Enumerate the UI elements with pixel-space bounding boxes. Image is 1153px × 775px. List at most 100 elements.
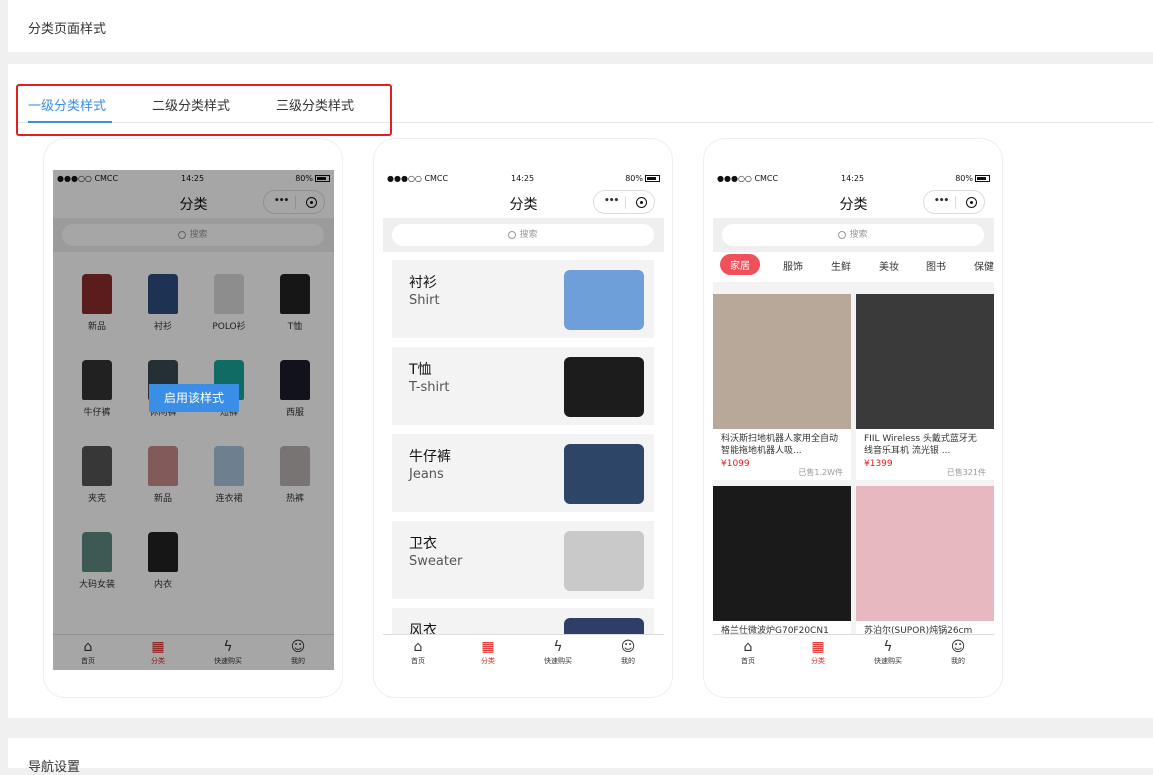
category-card[interactable]: T恤 T-shirt xyxy=(392,347,654,425)
product-card[interactable]: 科沃斯扫地机器人家用全自动智能拖地机器人吸... ¥1099 已售1.2W件 xyxy=(713,294,851,480)
product-sold-count: 已售1.2W件 xyxy=(798,468,843,477)
card-title-en: Sweater xyxy=(409,554,463,569)
product-image xyxy=(856,486,994,621)
navbar: 分类 ••• xyxy=(383,188,664,218)
phone-screen: ●●●○○ CMCC 14:25 80% 分类 ••• 搜索 新品 衬衫 POLO衫… xyxy=(53,170,334,670)
status-bar: ●●●○○ CMCC 14:25 80% xyxy=(383,170,664,188)
search-bar: 搜索 xyxy=(713,218,994,252)
user-icon: ☺ xyxy=(950,639,966,655)
carrier-text: ●●●○○ CMCC xyxy=(717,174,779,183)
status-bar: ●●●○○ CMCC 14:25 80% xyxy=(713,170,994,188)
tabbar-category: ▦ 分类 xyxy=(783,638,853,666)
phone-screen: ●●●○○ CMCC 14:25 80% 分类 ••• 搜索 衬衫 Shirt T恤… xyxy=(383,170,664,670)
tabbar-label: 分类 xyxy=(481,657,495,665)
category-tab[interactable]: 美妆 xyxy=(879,258,899,273)
grid-icon: ▦ xyxy=(811,639,825,655)
search-placeholder: 搜索 xyxy=(849,230,868,240)
product-image xyxy=(713,294,851,429)
category-tab[interactable]: 家居 xyxy=(720,254,760,275)
product-name: 科沃斯扫地机器人家用全自动智能拖地机器人吸... xyxy=(721,434,839,456)
category-card[interactable]: 衬衫 Shirt xyxy=(392,260,654,338)
card-title-zh: 卫衣 xyxy=(409,536,437,552)
battery-text: 80% xyxy=(625,174,643,183)
tabbar-label: 快速购买 xyxy=(544,657,572,665)
card-image xyxy=(564,531,644,591)
grid-icon: ▦ xyxy=(481,639,495,655)
product-image xyxy=(856,294,994,429)
battery-icon xyxy=(645,175,660,182)
card-image xyxy=(564,357,644,417)
phone-screen: ●●●○○ CMCC 14:25 80% 分类 ••• 搜索 家居 服饰 生鲜 美妆 图… xyxy=(713,170,994,670)
tabbar-category: ▦ 分类 xyxy=(453,638,523,666)
tabbar-mine: ☺ 我的 xyxy=(923,638,993,666)
category-tab[interactable]: 生鲜 xyxy=(831,258,851,273)
battery-icon xyxy=(975,175,990,182)
search-bar: 搜索 xyxy=(383,218,664,252)
home-icon: ⌂ xyxy=(743,639,753,655)
tabbar-mine: ☺ 我的 xyxy=(593,638,663,666)
tabbar-label: 快速购买 xyxy=(874,657,902,665)
search-icon xyxy=(838,230,847,239)
card-title-en: T-shirt xyxy=(409,380,450,395)
card-image xyxy=(564,444,644,504)
category-tab[interactable]: 服饰 xyxy=(783,258,803,273)
more-icon: ••• xyxy=(934,196,949,206)
battery-text: 80% xyxy=(955,174,973,183)
product-name: FIIL Wireless 头戴式蓝牙无 线音乐耳机 流光银 ... xyxy=(864,434,977,456)
navbar: 分类 ••• xyxy=(713,188,994,218)
home-icon: ⌂ xyxy=(413,639,423,655)
more-icon: ••• xyxy=(604,196,619,206)
enable-style-button[interactable]: 启用该样式 xyxy=(149,384,239,412)
close-target-icon xyxy=(966,197,977,208)
search-placeholder: 搜索 xyxy=(519,230,538,240)
category-card[interactable]: 卫衣 Sweater xyxy=(392,521,654,599)
user-icon: ☺ xyxy=(620,639,636,655)
section-header: 分类页面样式 xyxy=(8,0,1153,52)
product-card[interactable]: FIIL Wireless 头戴式蓝牙无 线音乐耳机 流光银 ... ¥1399 已… xyxy=(856,294,994,480)
tabbar-label: 我的 xyxy=(621,657,635,665)
capsule-menu: ••• xyxy=(923,190,985,214)
lightning-icon: ϟ xyxy=(553,639,563,655)
battery: 80% xyxy=(955,174,990,183)
category-tab[interactable]: 图书 xyxy=(926,258,946,273)
product-image xyxy=(713,486,851,621)
preview-overlay xyxy=(53,170,334,670)
close-target-icon xyxy=(636,197,647,208)
section-title: 分类页面样式 xyxy=(28,22,107,37)
card-title-zh: 衬衫 xyxy=(409,275,437,291)
carrier-text: ●●●○○ CMCC xyxy=(387,174,449,183)
capsule-divider xyxy=(955,196,956,209)
product-sold-count: 已售321件 xyxy=(946,468,986,477)
tabbar-label: 首页 xyxy=(411,657,425,665)
capsule-divider xyxy=(625,196,626,209)
card-title-zh: 牛仔裤 xyxy=(409,449,451,465)
card-image xyxy=(564,270,644,330)
category-style-panel: 一级分类样式 二级分类样式 三级分类样式 ●●●○○ CMCC 14:25 80… xyxy=(8,64,1153,718)
tabbar-quick-buy: ϟ 快速购买 xyxy=(523,638,593,666)
search-input: 搜索 xyxy=(392,224,654,246)
phone-preview-style2: ●●●○○ CMCC 14:25 80% 分类 ••• 搜索 衬衫 Shirt T恤… xyxy=(373,138,673,698)
lightning-icon: ϟ xyxy=(883,639,893,655)
tabbar-label: 首页 xyxy=(741,657,755,665)
capsule-menu: ••• xyxy=(593,190,655,214)
next-section-header: 导航设置 xyxy=(8,738,1153,775)
status-time: 14:25 xyxy=(511,174,535,183)
tabbar-label: 分类 xyxy=(811,657,825,665)
search-icon xyxy=(508,230,517,239)
phone-preview-style3: ●●●○○ CMCC 14:25 80% 分类 ••• 搜索 家居 服饰 生鲜 美妆 图… xyxy=(703,138,1003,698)
card-title-en: Jeans xyxy=(409,467,444,482)
category-tab[interactable]: 保健 xyxy=(974,258,994,273)
tabbar-label: 我的 xyxy=(951,657,965,665)
phone-preview-style1: ●●●○○ CMCC 14:25 80% 分类 ••• 搜索 新品 衬衫 POLO衫… xyxy=(43,138,343,698)
status-time: 14:25 xyxy=(841,174,865,183)
tabbar-home: ⌂ 首页 xyxy=(383,638,453,666)
tabs-highlight-box xyxy=(16,84,392,136)
category-card[interactable]: 牛仔裤 Jeans xyxy=(392,434,654,512)
tab-bar: ⌂ 首页 ▦ 分类 ϟ 快速购买 ☺ 我的 xyxy=(383,634,664,670)
search-input: 搜索 xyxy=(722,224,984,246)
next-section-title: 导航设置 xyxy=(28,760,81,775)
tab-bar: ⌂ 首页 ▦ 分类 ϟ 快速购买 ☺ 我的 xyxy=(713,634,994,670)
tabbar-quick-buy: ϟ 快速购买 xyxy=(853,638,923,666)
card-title-en: Shirt xyxy=(409,293,440,308)
tabbar-home: ⌂ 首页 xyxy=(713,638,783,666)
